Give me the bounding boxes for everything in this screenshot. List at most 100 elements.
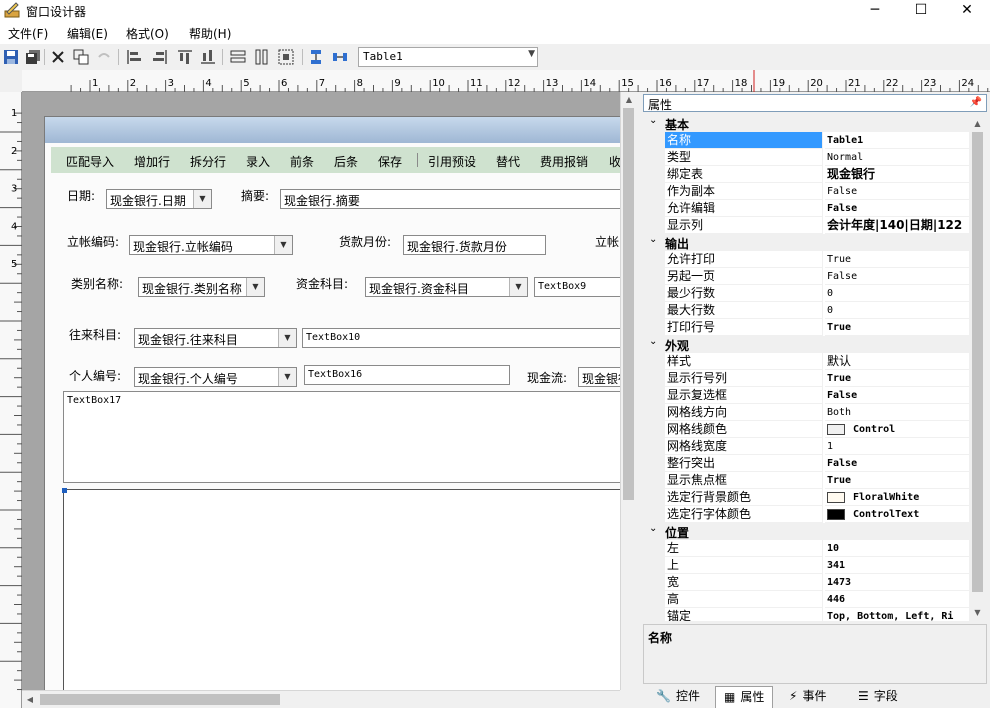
property-value[interactable]: 默认	[825, 353, 969, 370]
chevron-down-icon[interactable]: ▼	[278, 368, 296, 386]
menu-file[interactable]: 文件(F)	[8, 25, 48, 42]
entry-button[interactable]: 录入	[246, 153, 270, 170]
property-row[interactable]: 最少行数 0	[643, 285, 969, 302]
save-all-icon[interactable]	[25, 49, 41, 65]
align-right-icon[interactable]	[152, 49, 168, 65]
design-vertical-scrollbar[interactable]: ▲	[620, 92, 636, 690]
scroll-thumb[interactable]	[623, 108, 634, 500]
counterparty-account-combo[interactable]: 现金银行.往来科目 ▼	[134, 328, 297, 348]
property-row[interactable]: 网格线宽度 1	[643, 438, 969, 455]
property-value[interactable]: False	[825, 183, 969, 200]
paste-icon[interactable]	[96, 49, 112, 65]
scroll-up-icon[interactable]: ▲	[621, 92, 637, 108]
object-selector[interactable]: Table1 ▼	[358, 47, 538, 67]
scroll-left-icon[interactable]: ◀	[22, 691, 38, 708]
menu-format[interactable]: 格式(O)	[126, 25, 169, 42]
property-value[interactable]: True	[825, 472, 969, 489]
property-value[interactable]: Both	[825, 404, 969, 421]
selection-handle[interactable]	[62, 488, 67, 493]
property-value[interactable]: Normal	[825, 149, 969, 166]
expense-reimburse-button[interactable]: 费用报销	[540, 153, 588, 170]
property-row[interactable]: 允许编辑 False	[643, 200, 969, 217]
property-value[interactable]: 1473	[825, 574, 969, 591]
property-value[interactable]: False	[825, 268, 969, 285]
property-value[interactable]: 10	[825, 540, 969, 557]
property-row[interactable]: 另起一页 False	[643, 268, 969, 285]
maximize-button[interactable]: ☐	[898, 0, 944, 22]
pin-icon[interactable]: 📌	[970, 97, 982, 108]
property-value[interactable]: True	[825, 370, 969, 387]
property-value[interactable]: FloralWhite	[825, 489, 969, 506]
design-surface[interactable]: 匹配导入 增加行 拆分行 录入 前条 后条 保存 引用预设 替代 费用报销 收 …	[22, 92, 620, 690]
property-category[interactable]: ⌄ 输出	[643, 234, 969, 251]
personal-number-combo[interactable]: 现金银行.个人编号 ▼	[134, 367, 297, 387]
property-row[interactable]: 样式 默认	[643, 353, 969, 370]
voucher-code-combo[interactable]: 现金银行.立帐编码 ▼	[129, 235, 293, 255]
chevron-down-icon[interactable]: ▼	[509, 278, 527, 296]
form-toolbar[interactable]: 匹配导入 增加行 拆分行 录入 前条 后条 保存 引用预设 替代 费用报销 收	[51, 147, 620, 173]
property-grid-scrollbar[interactable]: ▲ ▼	[969, 115, 986, 621]
collapse-icon[interactable]: ⌄	[649, 336, 657, 347]
minimize-button[interactable]: ─	[852, 0, 898, 22]
scroll-thumb[interactable]	[40, 694, 280, 705]
tab-fields[interactable]: ☰ 字段	[850, 686, 906, 708]
property-value[interactable]: 341	[825, 557, 969, 574]
vertical-spacing-icon[interactable]	[308, 49, 324, 65]
match-import-button[interactable]: 匹配导入	[66, 153, 114, 170]
save-button[interactable]: 保存	[378, 153, 402, 170]
property-value[interactable]: Table1	[825, 132, 969, 149]
property-row[interactable]: 最大行数 0	[643, 302, 969, 319]
save-icon[interactable]	[3, 49, 19, 65]
textbox17[interactable]: TextBox17	[63, 391, 620, 483]
property-row[interactable]: 网格线方向 Both	[643, 404, 969, 421]
chevron-down-icon[interactable]: ▼	[274, 236, 292, 254]
summary-field[interactable]: 现金银行.摘要	[280, 189, 620, 209]
property-row[interactable]: 名称 Table1	[643, 132, 969, 149]
property-row[interactable]: 显示复选框 False	[643, 387, 969, 404]
fund-account-combo[interactable]: 现金银行.资金科目 ▼	[365, 277, 528, 297]
collapse-icon[interactable]: ⌄	[649, 115, 657, 126]
property-row[interactable]: 宽 1473	[643, 574, 969, 591]
property-value[interactable]: 446	[825, 591, 969, 608]
collapse-icon[interactable]: ⌄	[649, 234, 657, 245]
property-category[interactable]: ⌄ 基本	[643, 115, 969, 132]
chevron-down-icon[interactable]: ▼	[246, 278, 264, 296]
property-value[interactable]: 会计年度|140|日期|122	[825, 217, 969, 234]
property-category[interactable]: ⌄ 外观	[643, 336, 969, 353]
property-row[interactable]: 网格线颜色 Control	[643, 421, 969, 438]
category-name-combo[interactable]: 现金银行.类别名称 ▼	[138, 277, 265, 297]
property-row[interactable]: 选定行字体颜色 ControlText	[643, 506, 969, 523]
property-value[interactable]: 现金银行	[825, 166, 969, 183]
next-button[interactable]: 后条	[334, 153, 358, 170]
form-window[interactable]: 匹配导入 增加行 拆分行 录入 前条 后条 保存 引用预设 替代 费用报销 收 …	[44, 116, 620, 690]
reference-preset-button[interactable]: 引用预设	[428, 153, 476, 170]
property-value[interactable]: True	[825, 319, 969, 336]
property-row[interactable]: 高 446	[643, 591, 969, 608]
property-row[interactable]: 锚定 Top, Bottom, Left, Ri	[643, 608, 969, 621]
receive-button[interactable]: 收	[609, 153, 620, 170]
scroll-up-icon[interactable]: ▲	[969, 115, 986, 132]
align-left-icon[interactable]	[126, 49, 142, 65]
add-row-button[interactable]: 增加行	[134, 153, 170, 170]
design-horizontal-scrollbar[interactable]: ◀	[22, 690, 620, 708]
property-row[interactable]: 作为副本 False	[643, 183, 969, 200]
textbox16[interactable]: TextBox16	[304, 365, 510, 385]
tab-events[interactable]: ⚡ 事件	[781, 686, 834, 708]
chevron-down-icon[interactable]: ▼	[193, 190, 211, 208]
textbox9[interactable]: TextBox9	[534, 277, 620, 297]
property-value[interactable]: Top, Bottom, Left, Ri	[825, 608, 969, 621]
property-row[interactable]: 上 341	[643, 557, 969, 574]
align-top-icon[interactable]	[177, 49, 193, 65]
property-value[interactable]: False	[825, 200, 969, 217]
menu-edit[interactable]: 编辑(E)	[67, 25, 108, 42]
property-value[interactable]: Control	[825, 421, 969, 438]
cash-flow-field[interactable]: 现金银行	[578, 367, 620, 387]
same-width-icon[interactable]	[230, 49, 246, 65]
substitute-button[interactable]: 替代	[496, 153, 520, 170]
collapse-icon[interactable]: ⌄	[649, 523, 657, 534]
property-row[interactable]: 打印行号 True	[643, 319, 969, 336]
property-row[interactable]: 显示列 会计年度|140|日期|122	[643, 217, 969, 234]
property-value[interactable]: 1	[825, 438, 969, 455]
property-row[interactable]: 整行突出 False	[643, 455, 969, 472]
property-value[interactable]: 0	[825, 285, 969, 302]
